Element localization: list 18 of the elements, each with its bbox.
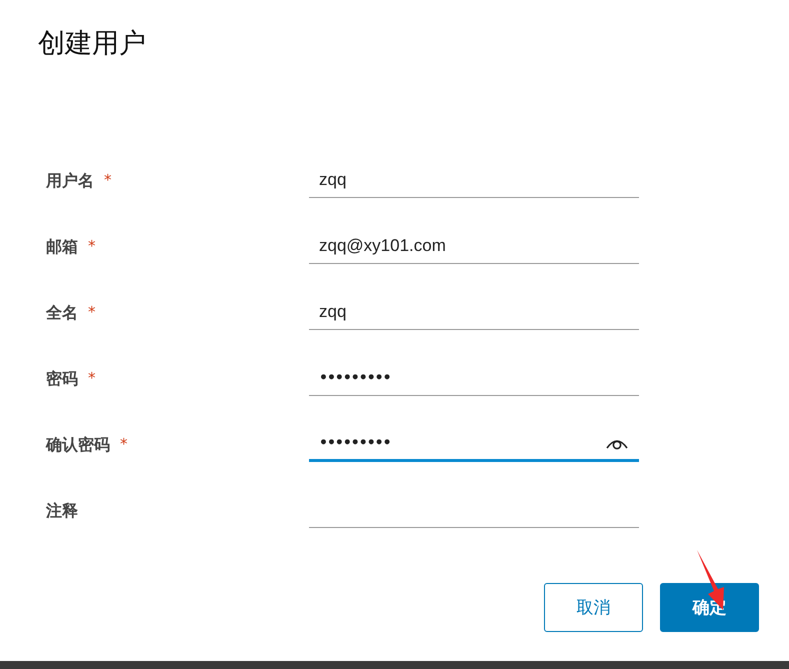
required-asterisk: * (88, 368, 96, 388)
field-label: 邮箱 (46, 236, 78, 258)
field-label: 用户名 (46, 170, 94, 192)
required-asterisk: * (104, 170, 112, 190)
field-label: 注释 (46, 500, 78, 522)
field-label: 确认密码 (46, 434, 110, 456)
required-asterisk: * (88, 302, 96, 322)
field-label: 密码 (46, 368, 78, 390)
input-field[interactable]: zqq (309, 294, 639, 330)
field-label: 全名 (46, 302, 78, 324)
required-asterisk: * (88, 236, 96, 256)
cancel-button[interactable]: 取消 (544, 583, 643, 632)
required-asterisk: * (120, 434, 128, 454)
input-field[interactable]: zqq (309, 162, 639, 198)
input-field[interactable]: ••••••••• (309, 426, 639, 462)
input-field[interactable]: ••••••••• (309, 360, 639, 396)
input-field[interactable]: zqq@xy101.com (309, 228, 639, 264)
dialog-title: 创建用户 (38, 27, 147, 61)
